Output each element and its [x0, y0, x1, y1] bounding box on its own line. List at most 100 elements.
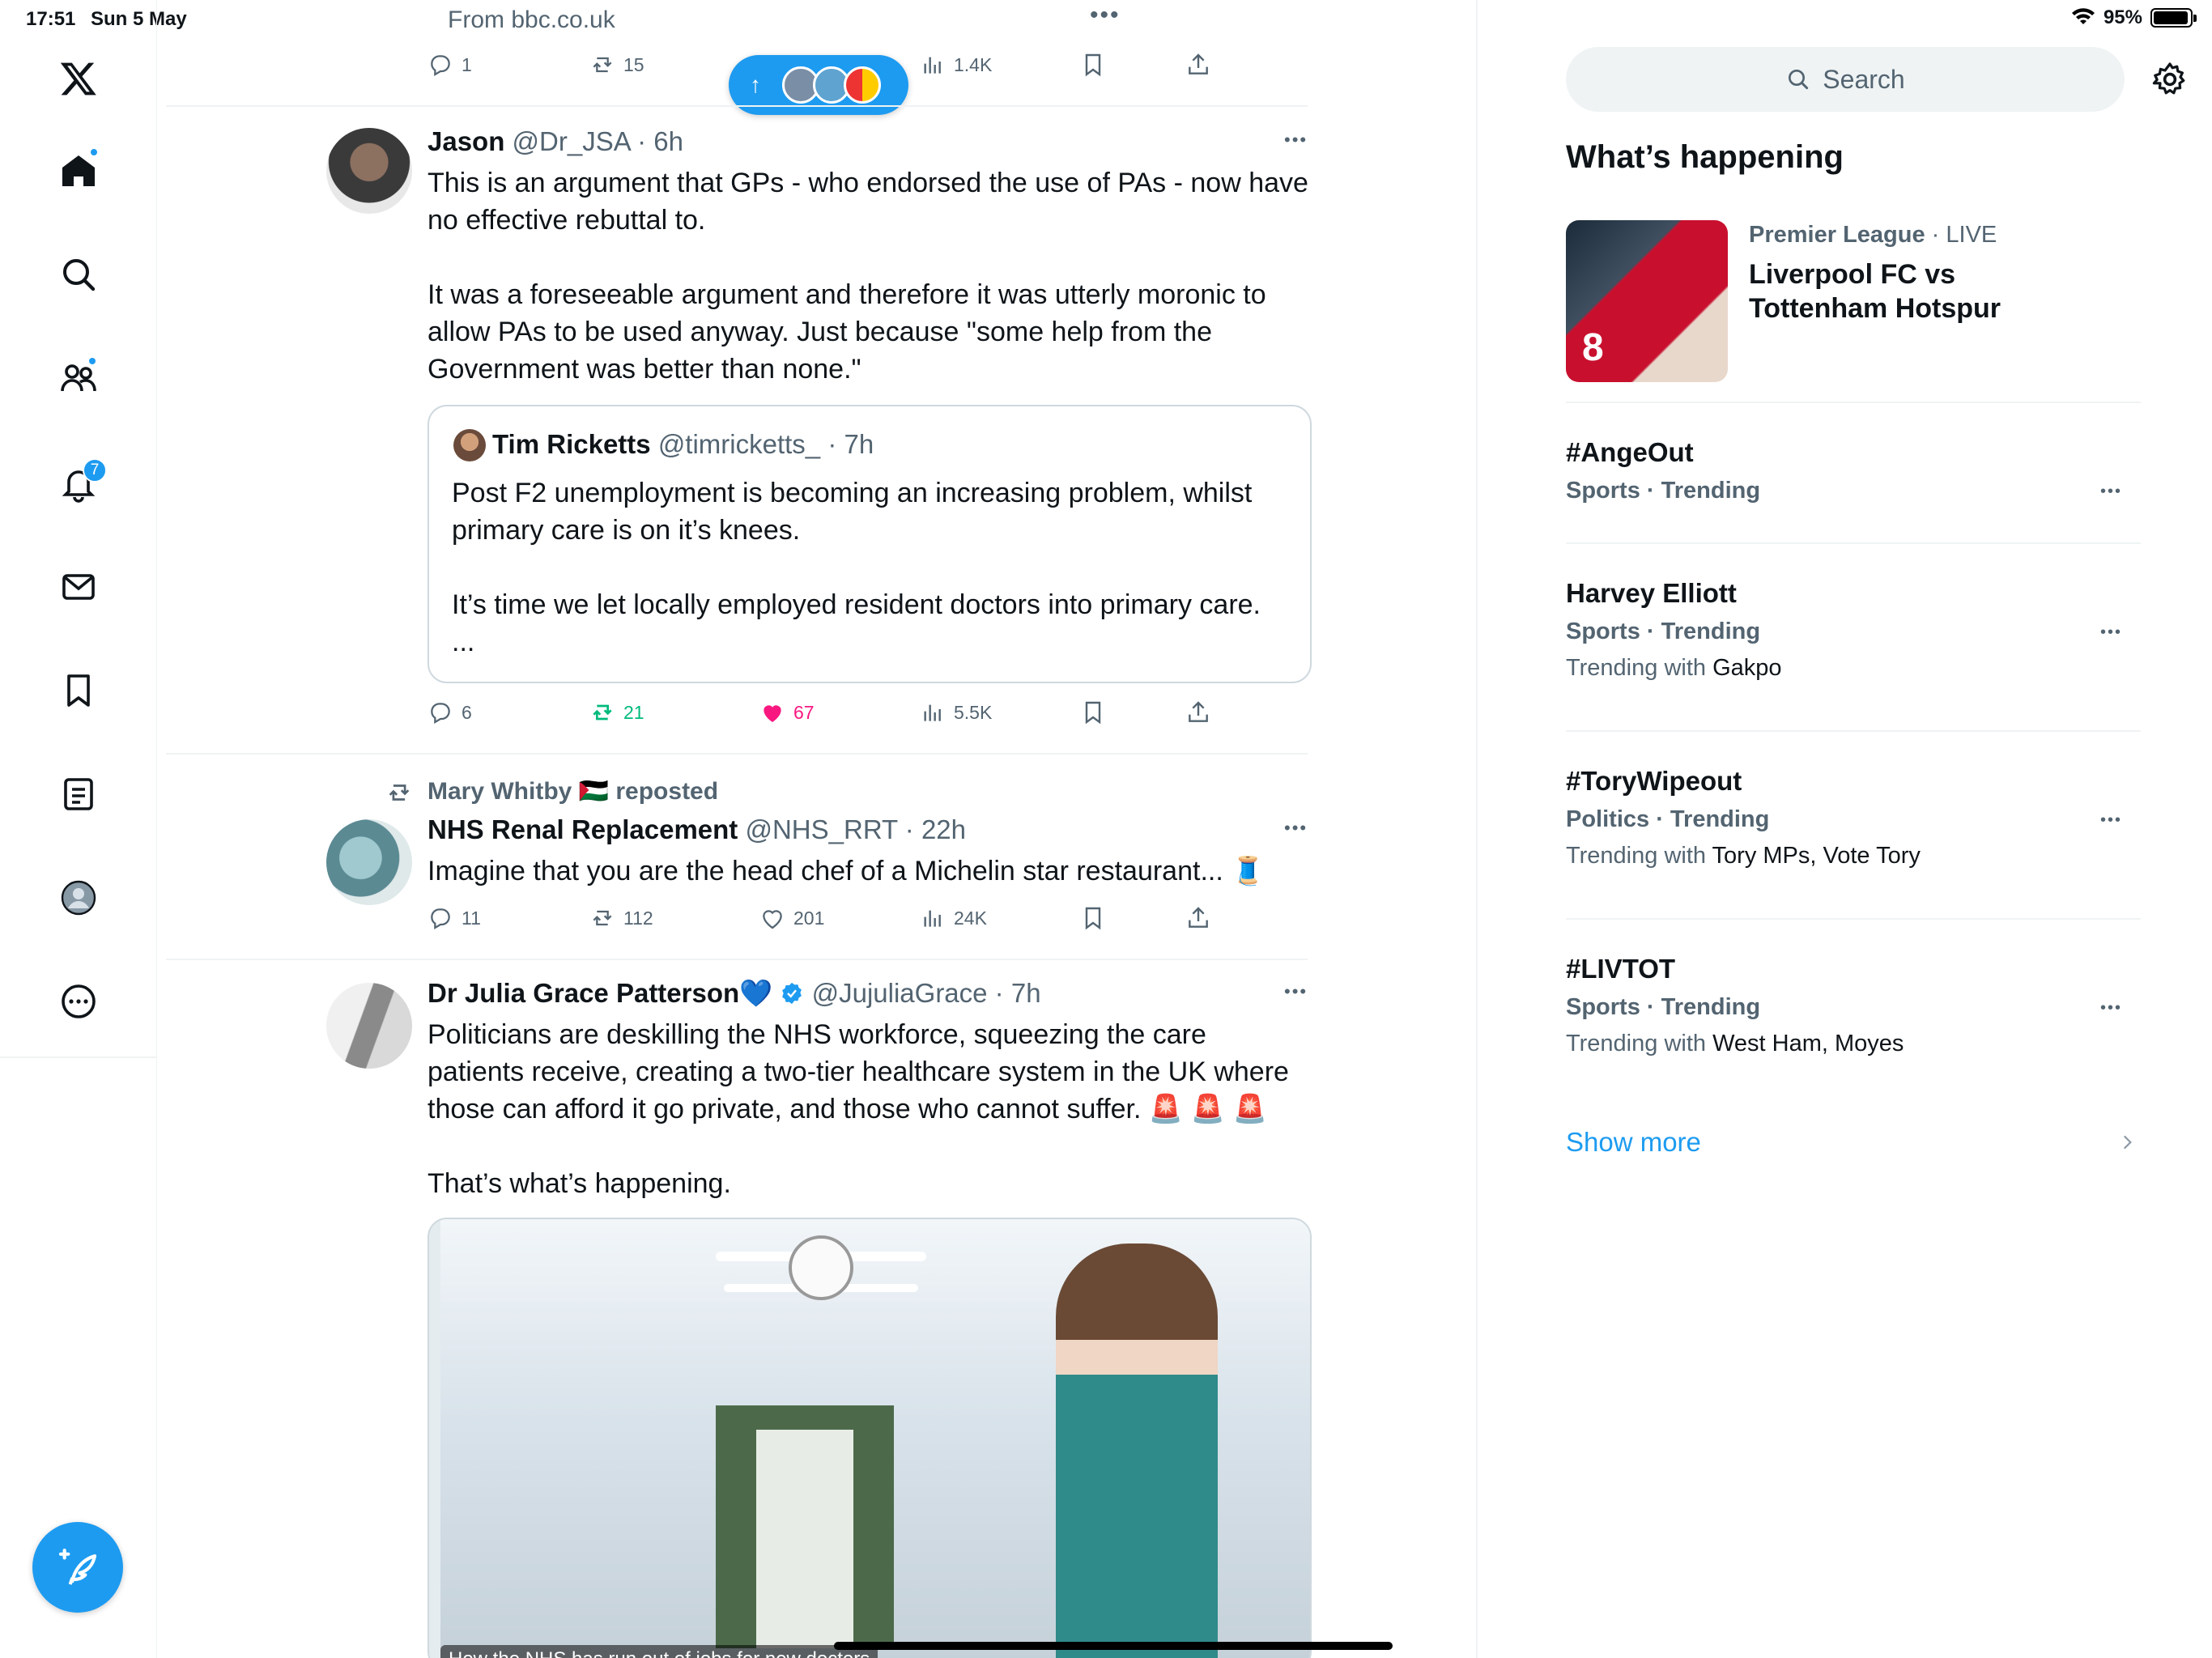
more-options-icon[interactable] [50, 973, 107, 1030]
featured-match-image[interactable]: 8 [1566, 220, 1728, 382]
reply-button[interactable]: 6 [428, 699, 472, 725]
tweet-time[interactable]: 7h [1011, 978, 1041, 1008]
tweet-divider [166, 105, 1308, 107]
chevron-right-icon[interactable] [2116, 1132, 2138, 1153]
compose-post-button[interactable] [32, 1522, 123, 1613]
share-button[interactable] [1185, 52, 1211, 78]
profile-avatar-icon[interactable] [50, 869, 107, 926]
tweet-time[interactable]: 6h [653, 126, 683, 156]
bookmark-icon [1085, 701, 1101, 725]
trend-more-icon[interactable]: ••• [2100, 483, 2122, 501]
trend-with: Trending with West Ham, Moyes [1566, 1031, 2141, 1057]
share-icon [1189, 907, 1208, 928]
share-button[interactable] [1185, 905, 1211, 931]
trend-with: Trending with Tory MPs, Vote Tory [1566, 843, 2141, 869]
featured-category: Premier League [1749, 222, 1925, 248]
share-button[interactable] [1185, 699, 1211, 725]
link-card-image[interactable]: How the NHS has run out of jobs for new … [428, 1218, 1312, 1658]
author-name[interactable]: Jason [428, 126, 504, 156]
communities-icon[interactable] [50, 350, 107, 406]
tweet-divider [166, 959, 1308, 960]
quoted-tweet[interactable]: Tim Ricketts @timricketts_ · 7h Post F2 … [428, 405, 1312, 683]
trend-item[interactable]: #ToryWipeout Politics · Trending Trendin… [1566, 766, 2141, 869]
bookmarks-icon[interactable] [50, 662, 107, 719]
views-button[interactable]: 24K [920, 905, 987, 931]
author-handle[interactable]: @NHS_RRT [745, 814, 897, 844]
trend-category: Sports · Trending [1566, 619, 1761, 644]
featured-title[interactable]: Liverpool FC vs Tottenham Hotspur [1749, 257, 2001, 325]
link-source[interactable]: From bbc.co.uk [448, 6, 615, 34]
repost-icon [593, 57, 612, 73]
home-icon[interactable] [50, 142, 107, 199]
lists-icon[interactable] [50, 766, 107, 823]
avatar[interactable] [326, 983, 412, 1069]
repost-button[interactable]: 21 [589, 699, 644, 725]
tweet-text: This is an argument that GPs - who endor… [428, 168, 1308, 385]
wifi-icon [2071, 8, 2095, 24]
reply-count: 6 [462, 701, 472, 723]
views-button[interactable]: 1.4K [920, 52, 992, 78]
author-name[interactable]: Dr Julia Grace Patterson💙 [428, 978, 772, 1008]
notifications-bell-icon[interactable]: 7 [50, 455, 107, 512]
bookmark-button[interactable] [1080, 52, 1106, 78]
trend-item[interactable]: Harvey Elliott Sports · Trending Trendin… [1566, 578, 2141, 682]
author-handle[interactable]: @Dr_JSA [513, 126, 630, 156]
search-icon[interactable] [50, 246, 107, 303]
views-button[interactable]: 5.5K [920, 699, 992, 725]
featured-status: LIVE [1946, 222, 1997, 248]
trend-with-terms: Tory MPs, Vote Tory [1712, 843, 1921, 869]
x-logo-icon[interactable] [50, 50, 107, 107]
bookmark-icon [1085, 53, 1101, 77]
share-icon [1189, 701, 1208, 722]
trend-more-icon[interactable]: ••• [2100, 999, 2122, 1018]
repost-button[interactable]: 15 [589, 52, 644, 78]
search-icon [1789, 70, 1809, 90]
avatar[interactable] [326, 128, 412, 214]
reply-icon [431, 908, 450, 930]
featured-title-line: Tottenham Hotspur [1749, 293, 2001, 324]
tweet-more-icon[interactable]: ••• [1284, 130, 1308, 151]
bookmark-button[interactable] [1080, 905, 1106, 931]
trend-item[interactable]: #AngeOut Sports · Trending [1566, 437, 2141, 504]
bookmark-button[interactable] [1080, 699, 1106, 725]
settings-gear-icon[interactable] [2150, 60, 2189, 99]
views-count: 24K [954, 907, 987, 929]
tweet-header: NHS Renal Replacement @NHS_RRT · 22h [428, 814, 967, 844]
top-more-dots-icon[interactable]: ••• [1090, 2, 1121, 29]
tweet-time[interactable]: 22h [921, 814, 966, 844]
repost-icon [593, 910, 612, 926]
trend-divider [1566, 730, 2141, 732]
trend-more-icon[interactable]: ••• [2100, 811, 2122, 830]
quote-time: 7h [844, 429, 874, 459]
like-button[interactable]: 67 [759, 699, 815, 725]
tweet-more-icon[interactable]: ••• [1284, 818, 1308, 839]
battery-fill [2154, 11, 2188, 24]
messages-icon[interactable] [50, 559, 107, 615]
show-more-link[interactable]: Show more [1566, 1127, 1701, 1158]
like-button[interactable]: 201 [759, 905, 824, 931]
avatar[interactable] [326, 819, 412, 905]
reply-button[interactable]: 1 [428, 52, 472, 78]
author-handle[interactable]: @JujuliaGrace [812, 978, 988, 1008]
repost-button[interactable]: 112 [589, 905, 653, 931]
reply-icon [431, 703, 450, 725]
repost-icon [593, 704, 612, 721]
repost-count: 112 [623, 907, 653, 929]
reply-button[interactable]: 11 [428, 905, 481, 931]
featured-meta: Premier League · LIVE [1749, 222, 1997, 248]
status-right: 95% [2071, 6, 2197, 29]
trend-with-terms: West Ham, Moyes [1712, 1031, 1904, 1056]
search-input[interactable]: Search [1566, 47, 2125, 112]
trend-with-label: Trending with [1566, 843, 1712, 869]
trend-more-icon[interactable]: ••• [2100, 623, 2122, 642]
repost-count: 15 [623, 53, 644, 75]
tweet-more-icon[interactable]: ••• [1284, 981, 1308, 1002]
trend-category: Sports · Trending [1566, 994, 1761, 1020]
reposted-by-label[interactable]: Mary Whitby 🇵🇸 reposted [428, 777, 718, 806]
trend-item[interactable]: #LIVTOT Sports · Trending Trending with … [1566, 954, 2141, 1057]
link-card-caption: How the NHS has run out of jobs for new … [440, 1645, 878, 1658]
home-unread-dot [89, 147, 99, 157]
hallway-photo [440, 1219, 1310, 1658]
trend-with-label: Trending with [1566, 655, 1713, 681]
author-name[interactable]: NHS Renal Replacement [428, 814, 738, 844]
